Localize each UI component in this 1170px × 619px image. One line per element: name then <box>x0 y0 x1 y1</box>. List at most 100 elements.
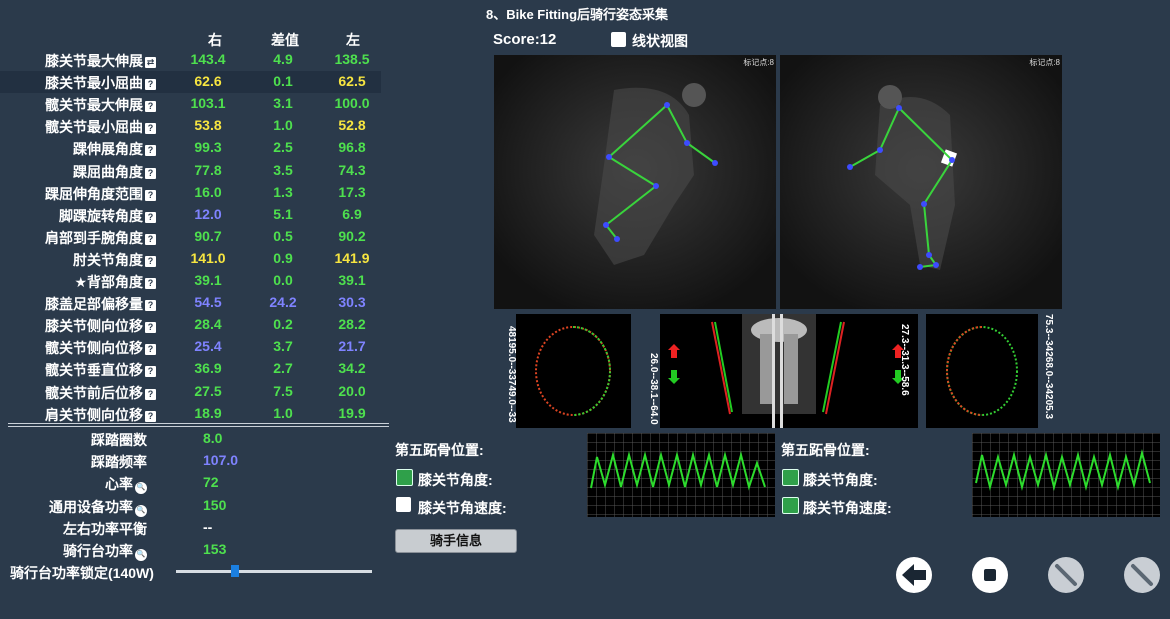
knee-wave-left <box>587 433 775 517</box>
metric-row[interactable]: 肩关节侧向位移? 18.9 1.0 19.9 <box>0 403 381 425</box>
metric-label: ★背部角度? <box>74 272 156 292</box>
help-icon[interactable]: ? <box>145 344 156 356</box>
help-icon[interactable]: ? <box>145 79 156 91</box>
knee-speed-checkbox-left[interactable] <box>396 497 411 512</box>
metric-label: 髋关节垂直位移? <box>45 360 156 380</box>
metric-value-diff: 4.9 <box>273 51 293 67</box>
disabled-icon <box>1131 564 1153 586</box>
metric-label: 脚踝旋转角度? <box>59 206 156 226</box>
disabled-icon <box>1055 564 1077 586</box>
stat-row: 左右功率平衡 -- <box>0 517 390 539</box>
stat-value: 72 <box>203 474 219 491</box>
metric-row[interactable]: 脚踝旋转角度? 12.0 5.1 6.9 <box>0 204 381 226</box>
stat-label: 踩踏圈数 <box>91 432 147 448</box>
rider-info-button[interactable]: 骑手信息 <box>395 529 517 553</box>
stop-icon <box>984 569 996 581</box>
help-icon[interactable]: ? <box>145 388 156 400</box>
metric-row[interactable]: 膝关节侧向位移? 28.4 0.2 28.2 <box>0 314 381 336</box>
metric-value-diff: 2.7 <box>273 360 293 377</box>
knee-speed-label-left: 膝关节角速度: <box>418 500 507 516</box>
metric-row[interactable]: 踝伸展角度? 99.3 2.5 96.8 <box>0 137 381 159</box>
help-icon[interactable]: ? <box>145 145 156 157</box>
help-icon[interactable]: ? <box>145 255 156 267</box>
disabled-button[interactable] <box>1048 557 1084 593</box>
trace-label: 75.3--34268.0--34205.3 <box>1043 314 1054 420</box>
metric-row[interactable]: 膝盖足部偏移量? 54.5 24.2 30.3 <box>0 292 381 314</box>
metric-value-right: 25.4 <box>194 338 222 355</box>
col-diff-header: 差值 <box>271 32 299 48</box>
knee-speed-checkbox-right[interactable] <box>782 497 799 514</box>
metric-value-left: 19.9 <box>338 404 366 421</box>
metric-value-right: 12.0 <box>194 205 222 222</box>
metric-row[interactable]: ★背部角度? 39.1 0.0 39.1 <box>0 270 381 292</box>
metric-row[interactable]: 踝屈伸角度范围? 16.0 1.3 17.3 <box>0 182 381 204</box>
metric-label: 膝盖足部偏移量? <box>45 294 156 314</box>
metric-value-right: 39.1 <box>194 272 222 288</box>
metric-label: 膝关节最大伸展 ⇄ <box>45 53 156 69</box>
slider-thumb[interactable] <box>230 565 239 577</box>
line-view-checkbox[interactable] <box>611 32 626 47</box>
help-icon[interactable]: ? <box>145 101 156 113</box>
knee-angle-checkbox-right[interactable] <box>782 469 799 486</box>
metric-value-right: 36.9 <box>194 360 222 377</box>
stat-row: 踩踏频率 107.0 <box>0 450 390 472</box>
fifth-metatarsal-title-left: 第五跖骨位置: <box>395 442 484 458</box>
metric-row[interactable]: 髋关节前后位移? 27.5 7.5 20.0 <box>0 381 381 403</box>
metric-value-left: 20.0 <box>338 382 366 399</box>
metric-value-left: 100.0 <box>334 95 370 112</box>
metric-row[interactable]: 髋关节垂直位移? 36.9 2.7 34.2 <box>0 358 381 380</box>
metric-row[interactable]: 踝屈曲角度? 77.8 3.5 74.3 <box>0 160 381 182</box>
help-icon[interactable]: ⇄ <box>145 57 156 68</box>
metric-value-diff: 0.9 <box>273 249 293 266</box>
metric-value-left: 141.9 <box>334 249 370 266</box>
metric-row[interactable]: 肩部到手腕角度? 90.7 0.5 90.2 <box>0 226 381 248</box>
stop-button[interactable] <box>972 557 1008 593</box>
stat-value: 8.0 <box>203 430 223 446</box>
disabled-button[interactable] <box>1124 557 1160 593</box>
metric-row[interactable]: 肘关节角度? 141.0 0.9 141.9 <box>0 248 381 270</box>
metric-label: 髋关节前后位移? <box>45 383 156 403</box>
front-view-panel <box>660 314 918 428</box>
back-arrow-icon <box>902 564 926 586</box>
metric-value-diff: 3.7 <box>273 338 293 355</box>
metric-row[interactable]: 髋关节侧向位移? 25.4 3.7 21.7 <box>0 336 381 358</box>
metric-row[interactable]: 膝关节最小屈曲? 62.6 0.1 62.5 <box>0 71 381 94</box>
metric-label: 髋关节侧向位移? <box>45 338 156 358</box>
metric-label: 膝关节最小屈曲? <box>45 73 156 93</box>
col-right-header: 右 <box>208 32 222 48</box>
help-icon[interactable]: ? <box>145 167 156 179</box>
score: Score:12 <box>493 31 557 48</box>
side-view-video-right: 标记点:8 <box>494 55 776 309</box>
help-icon[interactable]: ? <box>145 366 156 378</box>
magnifier-icon[interactable]: 🔍 <box>135 549 147 561</box>
stat-label: 骑行台功率 🔍 <box>63 543 147 561</box>
help-icon[interactable]: ? <box>145 410 156 422</box>
help-icon[interactable]: ? <box>145 189 156 201</box>
metric-value-diff: 0.0 <box>273 272 293 288</box>
help-icon[interactable]: ? <box>145 211 156 223</box>
metric-value-left: 90.2 <box>338 227 366 244</box>
metric-value-right: 18.9 <box>194 404 222 421</box>
knee-angle-checkbox-left[interactable] <box>396 469 413 486</box>
power-lock-slider[interactable] <box>176 565 372 577</box>
trace-label: 27.3--31.3--58.6 <box>899 324 910 396</box>
help-icon[interactable]: ? <box>145 123 156 135</box>
stat-row: 通用设备功率 🔍 150 <box>0 495 390 517</box>
metric-label: 肩部到手腕角度? <box>45 228 156 248</box>
magnifier-icon[interactable]: 🔍 <box>135 504 147 517</box>
metric-row[interactable]: 膝关节最大伸展 ⇄ 143.4 4.9 138.5 <box>0 49 381 71</box>
stat-label: 左右功率平衡 <box>63 520 147 537</box>
help-icon[interactable]: ? <box>145 278 156 289</box>
help-icon[interactable]: ? <box>145 233 156 245</box>
help-icon[interactable]: ? <box>145 300 156 312</box>
metric-row[interactable]: 髋关节最小屈曲? 53.8 1.0 52.8 <box>0 115 381 137</box>
magnifier-icon[interactable]: 🔍 <box>135 482 147 495</box>
back-button[interactable] <box>896 557 932 593</box>
metric-value-diff: 3.1 <box>273 95 293 112</box>
metric-value-diff: 0.2 <box>273 316 293 333</box>
help-icon[interactable]: ? <box>145 322 156 334</box>
power-lock-label: 骑行台功率锁定(140W) <box>10 565 154 581</box>
metric-row[interactable]: 髋关节最大伸展? 103.1 3.1 100.0 <box>0 93 381 115</box>
stat-label: 踩踏频率 <box>91 454 147 471</box>
stat-row: 骑行台功率 🔍 153 <box>0 539 390 561</box>
